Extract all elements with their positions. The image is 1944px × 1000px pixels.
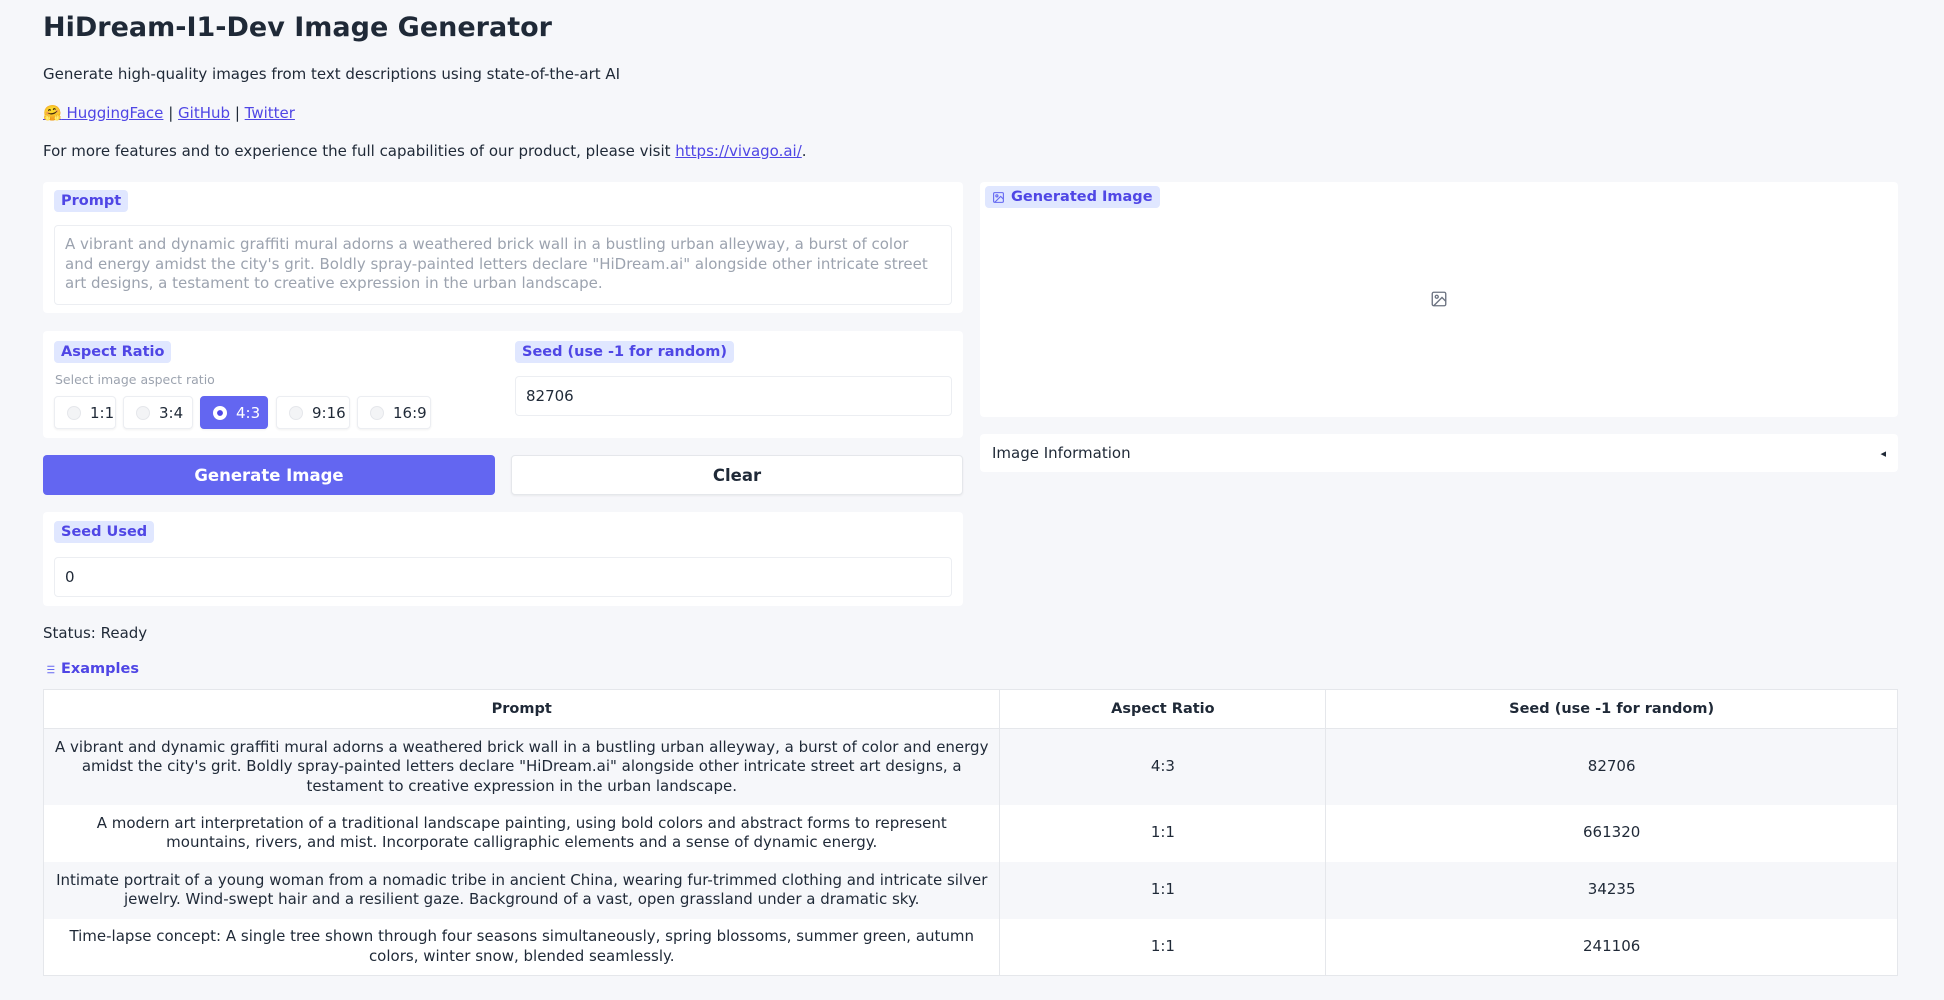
aspect-ratio-label: Aspect Ratio (54, 341, 172, 363)
column-header-prompt: Prompt (43, 689, 1001, 729)
radio-icon (136, 405, 150, 420)
accordion-toggle-icon: ◂ (1880, 446, 1886, 460)
example-ratio: 1:1 (999, 918, 1327, 976)
aspect-option-4-3[interactable]: 4:3 (200, 396, 268, 429)
twitter-link[interactable]: Twitter (245, 104, 295, 122)
image-information-accordion[interactable]: Image Information ◂ (980, 434, 1898, 472)
list-icon (44, 665, 55, 673)
example-row[interactable]: Intimate portrait of a young woman from … (43, 861, 1898, 919)
clear-button[interactable]: Clear (511, 455, 963, 495)
status-text: Status: Ready (43, 624, 148, 642)
huggingface-link[interactable]: 🤗 HuggingFace (43, 104, 163, 122)
radio-icon (67, 405, 81, 420)
seed-input[interactable]: 82706 (515, 376, 952, 416)
page-title: HiDream-I1-Dev Image Generator (43, 12, 552, 43)
example-prompt: Intimate portrait of a young woman from … (43, 861, 1001, 919)
seed-label: Seed (use -1 for random) (515, 341, 734, 363)
radio-icon (289, 405, 303, 420)
prompt-label: Prompt (54, 190, 129, 212)
visit-line: For more features and to experience the … (43, 142, 807, 160)
example-seed: 661320 (1325, 804, 1898, 862)
links-row: 🤗 HuggingFace | GitHub | Twitter (43, 104, 295, 122)
aspect-option-1-1[interactable]: 1:1 (54, 396, 116, 429)
vivago-link[interactable]: https://vivago.ai/ (675, 142, 802, 160)
aspect-option-9-16[interactable]: 9:16 (276, 396, 350, 429)
aspect-option-16-9[interactable]: 16:9 (357, 396, 431, 429)
github-link[interactable]: GitHub (178, 104, 230, 122)
example-row[interactable]: A modern art interpretation of a traditi… (43, 804, 1898, 862)
page-subtitle: Generate high-quality images from text d… (43, 65, 621, 83)
example-row[interactable]: Time-lapse concept: A single tree shown … (43, 918, 1898, 976)
examples-table: Prompt Aspect Ratio Seed (use -1 for ran… (43, 689, 1898, 976)
column-header-seed: Seed (use -1 for random) (1325, 689, 1898, 729)
radio-icon (370, 405, 384, 420)
column-header-aspect-ratio: Aspect Ratio (999, 689, 1327, 729)
image-placeholder-icon (1431, 291, 1447, 307)
prompt-textarea[interactable]: A vibrant and dynamic graffiti mural ado… (54, 225, 952, 305)
example-seed: 82706 (1325, 728, 1898, 805)
aspect-ratio-info: Select image aspect ratio (55, 372, 215, 387)
example-prompt: A vibrant and dynamic graffiti mural ado… (43, 728, 1001, 805)
radio-selected-icon (213, 405, 227, 420)
example-row[interactable]: A vibrant and dynamic graffiti mural ado… (43, 728, 1898, 805)
image-icon (993, 191, 1004, 203)
example-prompt: A modern art interpretation of a traditi… (43, 804, 1001, 862)
examples-label: Examples (43, 661, 139, 677)
hugging-face-emoji-icon: 🤗 (43, 104, 62, 122)
example-ratio: 1:1 (999, 861, 1327, 919)
image-information-label: Image Information (992, 444, 1131, 462)
seed-used-output: 0 (54, 557, 952, 597)
example-seed: 34235 (1325, 861, 1898, 919)
example-ratio: 4:3 (999, 728, 1327, 805)
aspect-option-3-4[interactable]: 3:4 (123, 396, 193, 429)
example-ratio: 1:1 (999, 804, 1327, 862)
seed-used-label: Seed Used (54, 521, 155, 543)
generated-image-label: Generated Image (985, 186, 1160, 208)
generate-image-button[interactable]: Generate Image (43, 455, 495, 495)
example-prompt: Time-lapse concept: A single tree shown … (43, 918, 1001, 976)
example-seed: 241106 (1325, 918, 1898, 976)
